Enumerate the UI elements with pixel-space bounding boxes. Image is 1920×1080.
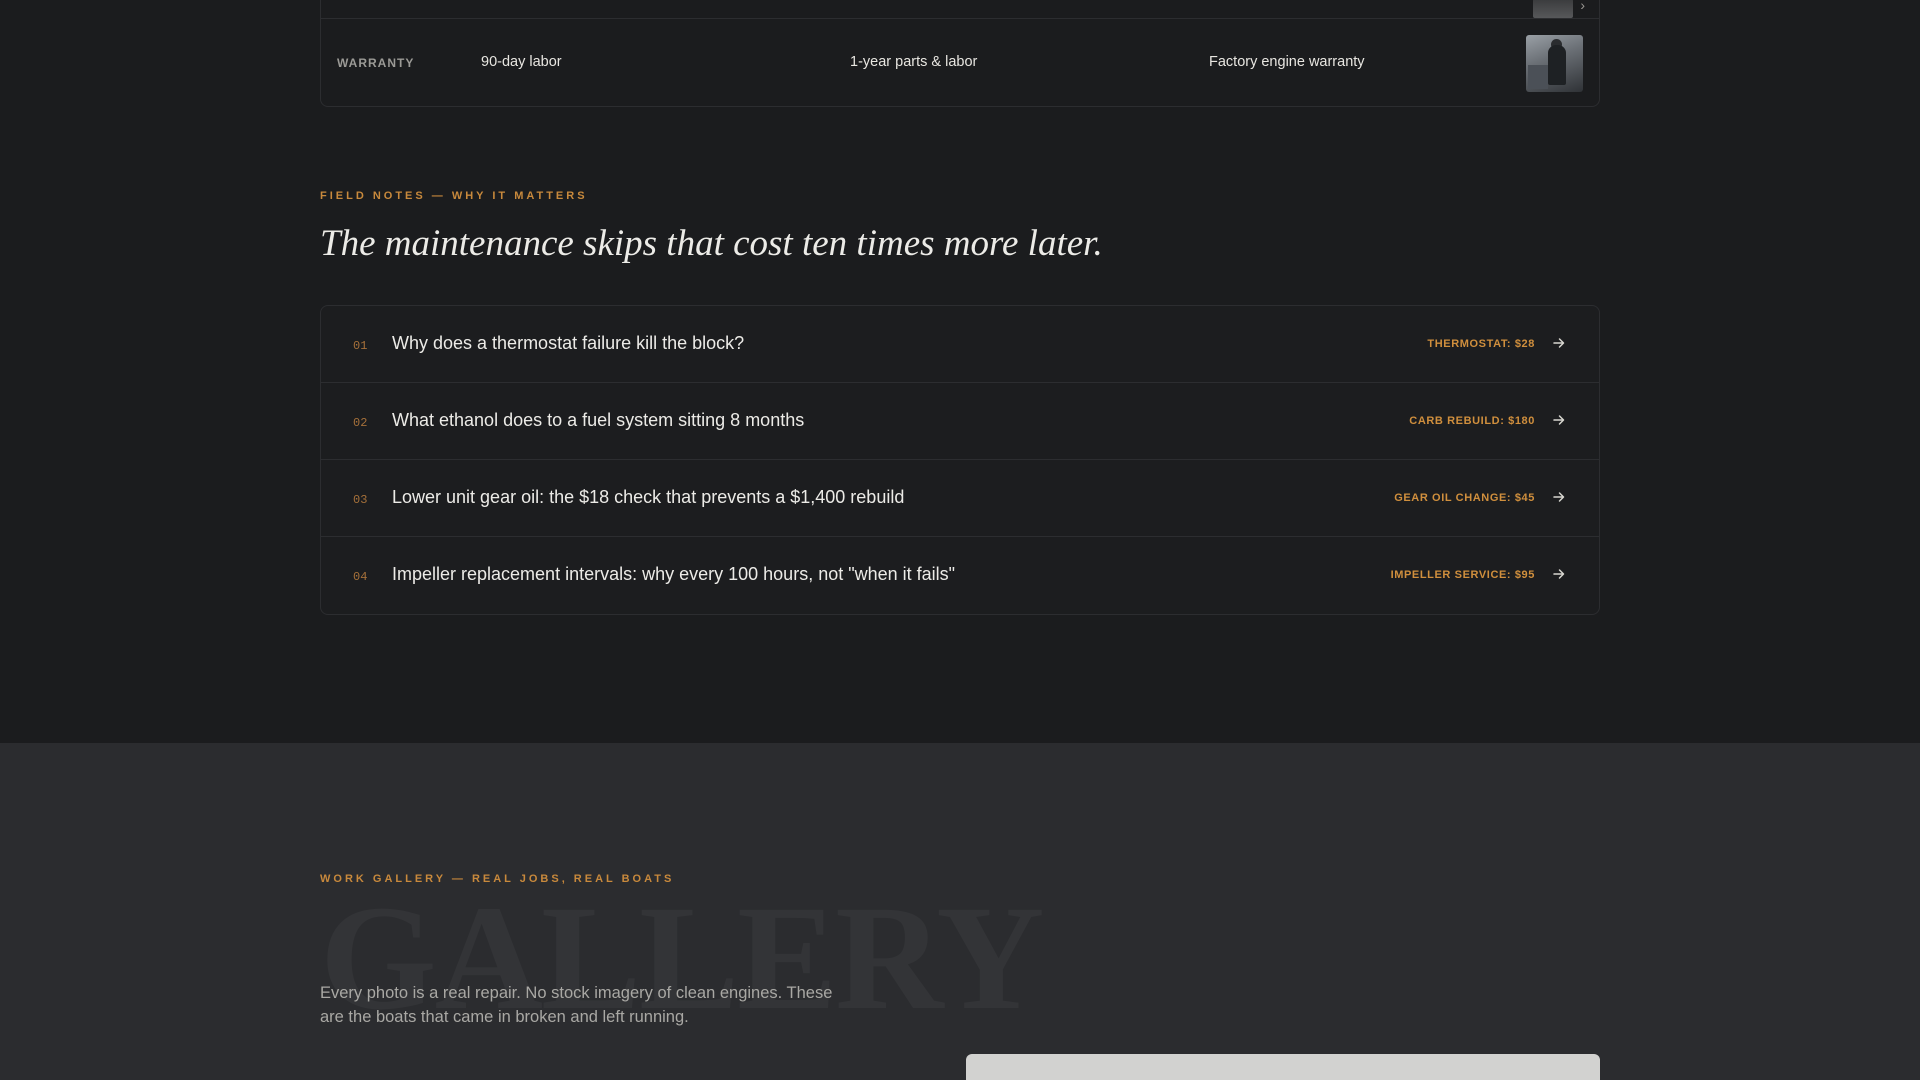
price-badge: GEAR OIL CHANGE: $45 bbox=[1394, 492, 1535, 504]
list-item[interactable]: 03 Lower unit gear oil: the $18 check th… bbox=[321, 460, 1599, 537]
row-thumbnail[interactable] bbox=[1533, 0, 1573, 18]
price-badge: IMPELLER SERVICE: $95 bbox=[1390, 569, 1535, 581]
arrow-right-icon[interactable]: › bbox=[1580, 0, 1585, 13]
table-cell-basic: 90-day labor bbox=[481, 54, 562, 70]
item-number: 01 bbox=[353, 339, 368, 353]
item-title[interactable]: Impeller replacement intervals: why ever… bbox=[392, 564, 955, 585]
field-notes-heading: The maintenance skips that cost ten time… bbox=[320, 223, 1103, 264]
mechanic-photo-thumbnail[interactable] bbox=[1526, 35, 1583, 92]
field-notes-list: 01 Why does a thermostat failure kill th… bbox=[320, 305, 1600, 615]
list-item[interactable]: 04 Impeller replacement intervals: why e… bbox=[321, 537, 1599, 614]
item-title[interactable]: Why does a thermostat failure kill the b… bbox=[392, 333, 744, 354]
table-cell-standard: 1-year parts & labor bbox=[850, 54, 978, 70]
row-label: WARRANTY bbox=[337, 56, 415, 70]
mechanic-body-shape bbox=[1548, 45, 1566, 85]
gallery-description: Every photo is a real repair. No stock i… bbox=[320, 984, 833, 1026]
arrow-right-icon[interactable] bbox=[1551, 335, 1567, 351]
list-item[interactable]: 01 Why does a thermostat failure kill th… bbox=[321, 306, 1599, 383]
arrow-right-icon[interactable] bbox=[1551, 412, 1567, 428]
price-badge: CARB REBUILD: $180 bbox=[1409, 415, 1535, 427]
item-number: 02 bbox=[353, 416, 368, 430]
arrow-right-icon[interactable] bbox=[1551, 489, 1567, 505]
comparison-table: › WARRANTY 90-day labor 1-year parts & l… bbox=[320, 0, 1600, 107]
arrow-right-icon[interactable] bbox=[1551, 566, 1567, 582]
work-gallery-section: WORK GALLERY — REAL JOBS, REAL BOATS GAL… bbox=[0, 743, 1920, 1080]
field-notes-eyebrow: FIELD NOTES — WHY IT MATTERS bbox=[320, 190, 588, 202]
item-number: 04 bbox=[353, 570, 368, 584]
table-cell-premium: Factory engine warranty bbox=[1209, 54, 1365, 70]
table-row-previous: › bbox=[321, 0, 1599, 19]
engine-shape bbox=[1528, 65, 1548, 89]
table-row-warranty: WARRANTY 90-day labor 1-year parts & lab… bbox=[321, 19, 1599, 107]
item-number: 03 bbox=[353, 493, 368, 507]
item-title[interactable]: Lower unit gear oil: the $18 check that … bbox=[392, 487, 904, 508]
gallery-photo-card[interactable] bbox=[966, 1054, 1600, 1080]
item-title[interactable]: What ethanol does to a fuel system sitti… bbox=[392, 410, 804, 431]
price-badge: THERMOSTAT: $28 bbox=[1427, 338, 1535, 350]
list-item[interactable]: 02 What ethanol does to a fuel system si… bbox=[321, 383, 1599, 460]
